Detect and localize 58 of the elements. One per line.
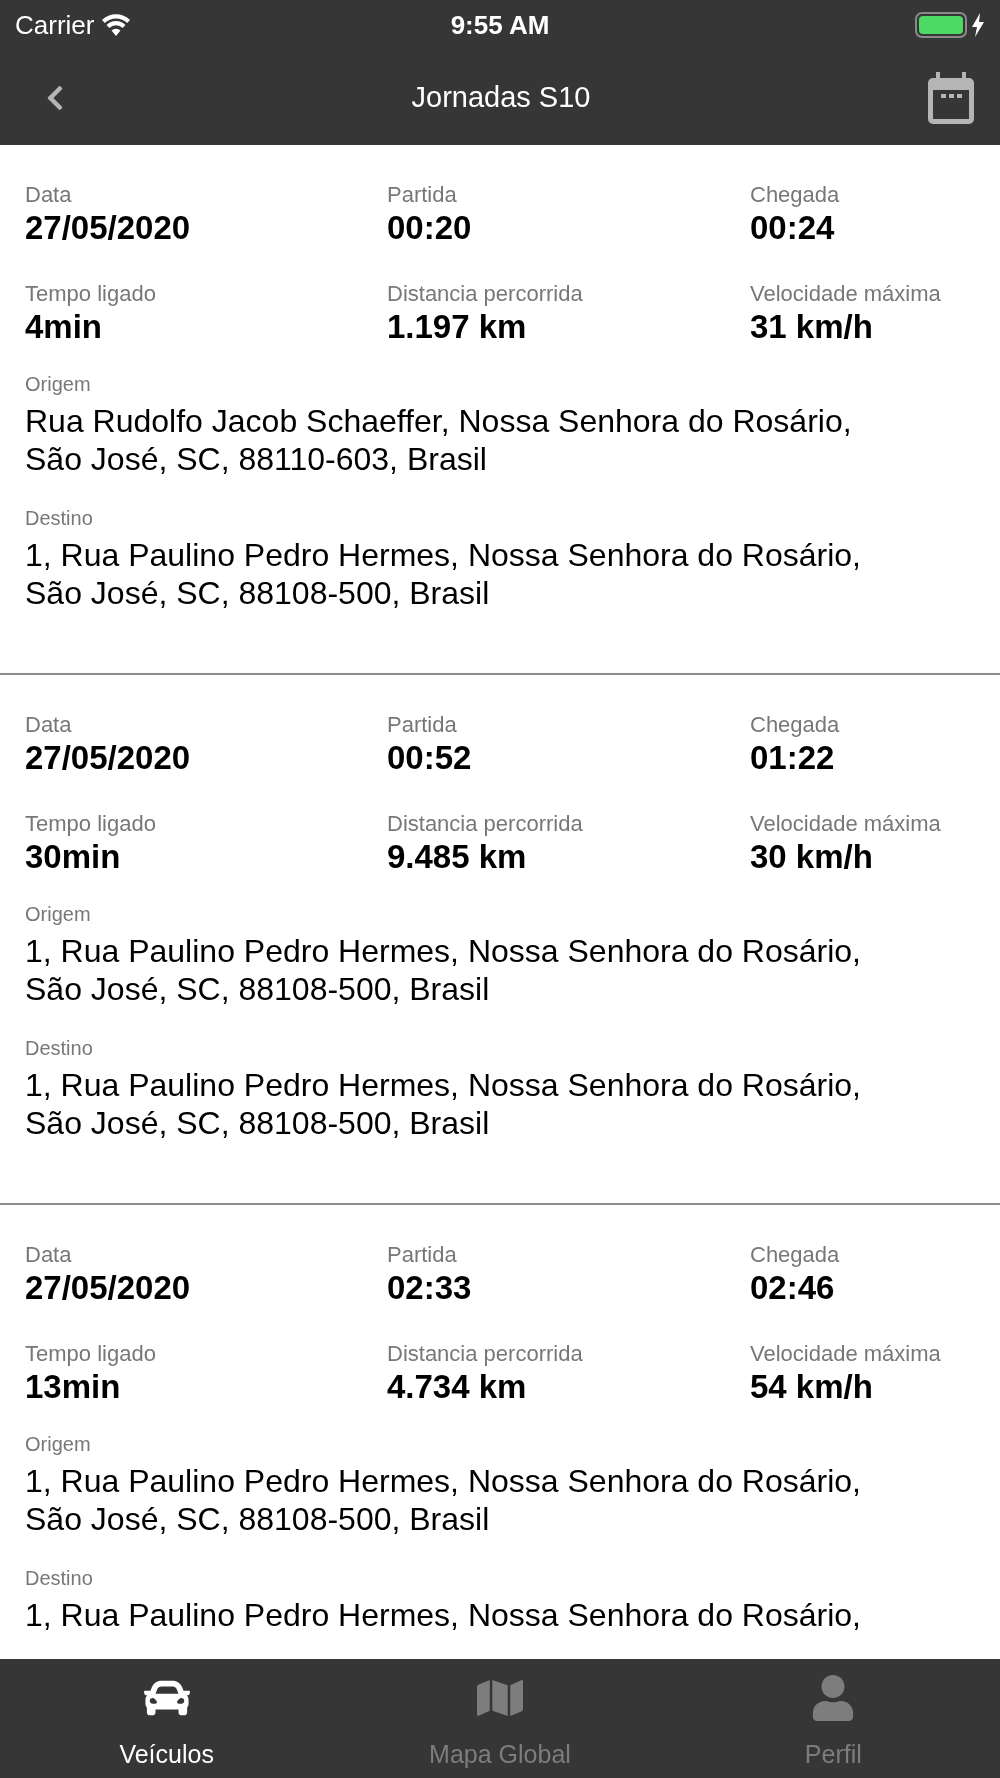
field-value: 27/05/2020 (25, 741, 192, 775)
field-value: 1.197 km (387, 310, 528, 344)
field-label: Velocidade máxima (750, 812, 942, 836)
calendar-button[interactable] (927, 71, 975, 124)
field-label: Distancia percorrida (387, 812, 584, 836)
tab[interactable]: Perfil (666, 1659, 1000, 1778)
field-label: Origem (25, 372, 92, 396)
battery-icon (915, 12, 967, 38)
field-label: Data (25, 713, 73, 737)
field-label: Chegada (750, 183, 841, 207)
field-value: 00:52 (387, 741, 473, 775)
field-value: 00:20 (387, 211, 473, 245)
field-value: 01:22 (750, 741, 836, 775)
field-value: 30min (25, 840, 122, 874)
field-value: 27/05/2020 (25, 211, 192, 245)
address-text: 1, Rua Paulino Pedro Hermes, Nossa Senhora do Rosário, São José, SC, 88108-500, Brasil (25, 1066, 862, 1142)
field-value: 9.485 km (387, 840, 528, 874)
field-label: Destino (25, 506, 94, 530)
clock-time: 9:55 AM (450, 8, 550, 42)
field-label: Partida (387, 183, 458, 207)
field-value: 4min (25, 310, 104, 344)
field-label: Data (25, 1243, 73, 1267)
address-text: 1, Rua Paulino Pedro Hermes, Nossa Senhora do Rosário, São José, SC, 88108-500, Brasil (25, 536, 862, 612)
field-label: Distancia percorrida (387, 1342, 584, 1366)
field-label: Tempo ligado (25, 1342, 157, 1366)
tab[interactable]: Veículos (0, 1659, 334, 1778)
calendar-icon (928, 71, 974, 124)
field-label: Origem (25, 1432, 92, 1456)
field-value: 27/05/2020 (25, 1271, 192, 1305)
field-label: Partida (387, 713, 458, 737)
field-label: Chegada (750, 713, 841, 737)
wifi-icon (102, 14, 131, 36)
field-label: Distancia percorrida (387, 282, 584, 306)
field-label: Velocidade máxima (750, 1342, 942, 1366)
field-value: 02:46 (750, 1271, 836, 1305)
field-label: Destino (25, 1036, 94, 1060)
field-label: Tempo ligado (25, 282, 157, 306)
field-value: 30 km/h (750, 840, 874, 874)
field-value: 31 km/h (750, 310, 874, 344)
field-value: 54 km/h (750, 1370, 874, 1404)
carrier-name: Carrier (15, 8, 95, 42)
field-value: 00:24 (750, 211, 836, 245)
field-label: Origem (25, 902, 92, 926)
field-label: Partida (387, 1243, 458, 1267)
field-label: Destino (25, 1566, 94, 1590)
address-text: 1, Rua Paulino Pedro Hermes, Nossa Senhora do Rosário, São José, SC, 88108-500, Brasil (25, 1462, 862, 1538)
field-value: 4.734 km (387, 1370, 528, 1404)
address-text: 1, Rua Paulino Pedro Hermes, Nossa Senhora do Rosário, São José, SC, 88108-500, Brasil (25, 932, 862, 1008)
field-label: Velocidade máxima (750, 282, 942, 306)
field-label: Chegada (750, 1243, 841, 1267)
address-text: 1, Rua Paulino Pedro Hermes, Nossa Senhora do Rosário, (25, 1596, 862, 1634)
tab[interactable]: Mapa Global (333, 1659, 667, 1778)
field-label: Data (25, 183, 73, 207)
screen-title: Jornadas S10 (411, 79, 591, 115)
address-text: Rua Rudolfo Jacob Schaeffer, Nossa Senhora do Rosário, São José, SC, 88110-603, Brasil (25, 402, 853, 478)
field-value: 13min (25, 1370, 122, 1404)
field-label: Tempo ligado (25, 812, 157, 836)
field-value: 02:33 (387, 1271, 473, 1305)
